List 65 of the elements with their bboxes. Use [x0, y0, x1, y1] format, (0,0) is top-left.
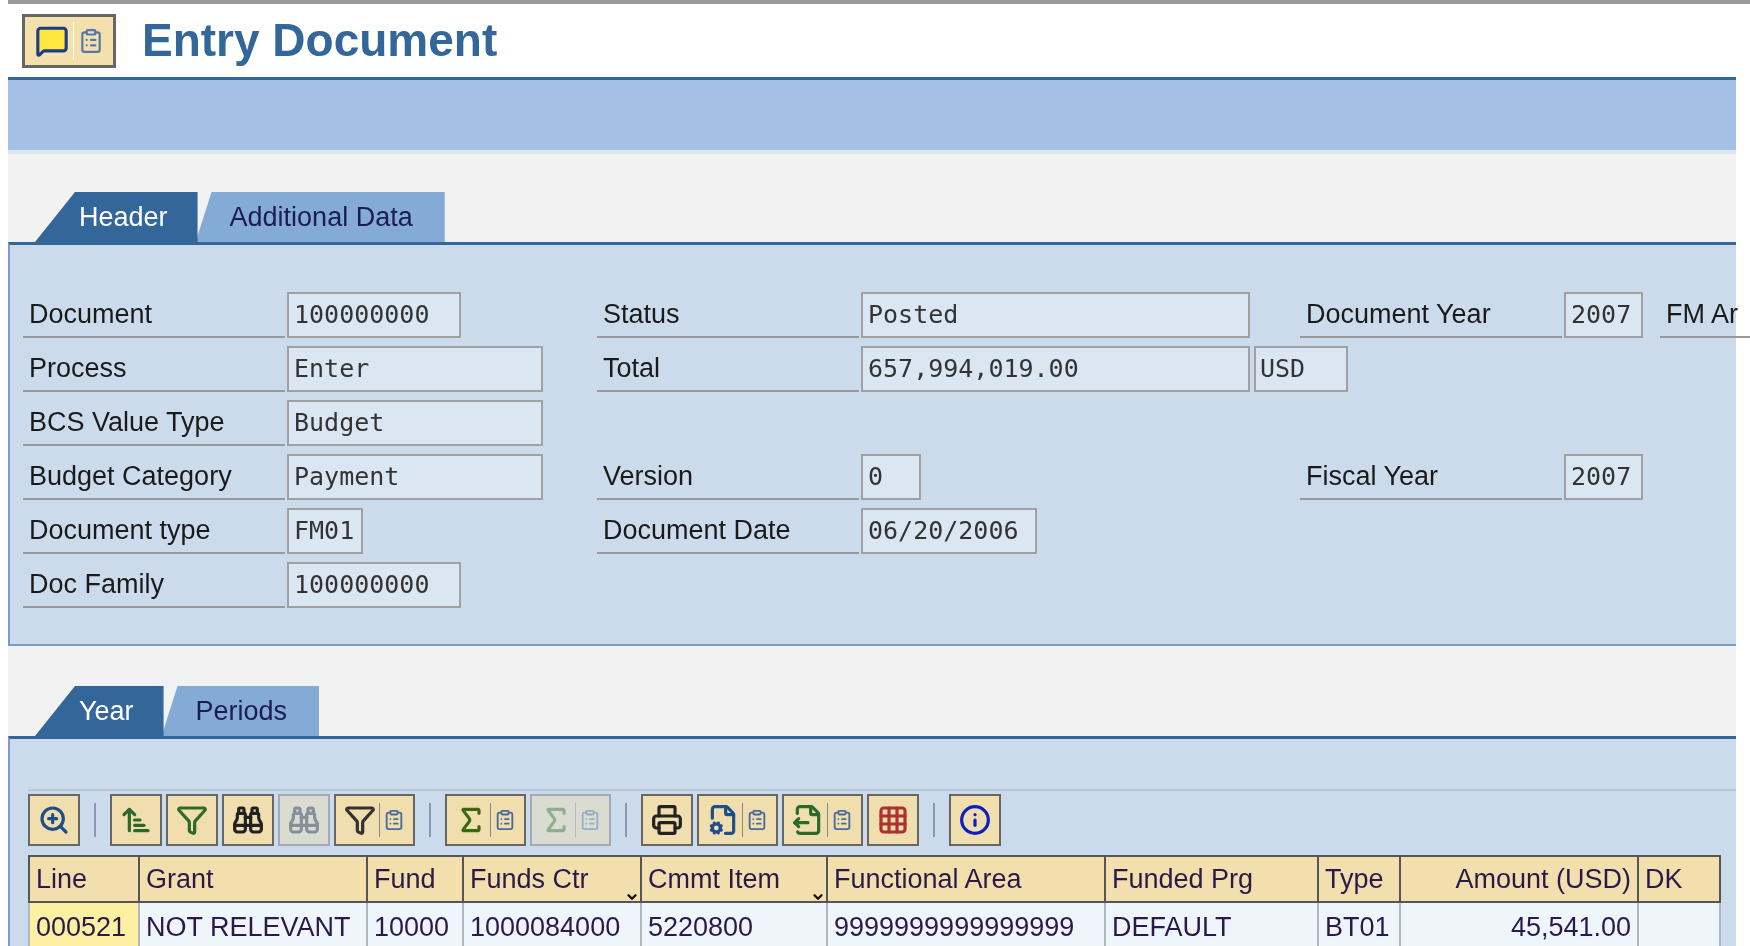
toolbar-button[interactable]	[697, 794, 778, 846]
toolbar-button[interactable]	[222, 794, 274, 846]
table-cell: 5220800	[640, 903, 828, 946]
info-icon	[959, 804, 991, 836]
input-field[interactable]: FM01	[287, 508, 363, 554]
tab[interactable]: Periods	[161, 686, 320, 736]
table-cell: DEFAULT	[1104, 903, 1319, 946]
field-label: Total	[597, 346, 859, 392]
field-label: Document Year	[1300, 292, 1562, 338]
binoculars-icon	[232, 804, 264, 836]
unit-field[interactable]: USD	[1254, 346, 1348, 392]
table-cell: 9999999999999999	[826, 903, 1106, 946]
field-label: Version	[597, 454, 859, 500]
toolbar-button[interactable]	[28, 794, 80, 846]
field-label: Document Date	[597, 508, 859, 554]
column-header[interactable]: Grant	[138, 855, 368, 903]
field-label: Budget Category	[23, 454, 285, 500]
title-menu-button[interactable]	[22, 13, 116, 68]
column-header[interactable]: Funds Ctr	[462, 855, 642, 903]
toolbar-button[interactable]	[641, 794, 693, 846]
grid-icon	[877, 804, 909, 836]
input-field[interactable]: Posted	[861, 292, 1250, 338]
column-header[interactable]: Amount (USD)	[1399, 855, 1639, 903]
input-field[interactable]: 657,994,019.00	[861, 346, 1250, 392]
input-field[interactable]: 0	[861, 454, 921, 500]
toolbar-button[interactable]	[949, 794, 1001, 846]
table-cell: 000521	[28, 903, 140, 946]
input-field[interactable]: Payment	[287, 454, 543, 500]
input-field[interactable]: Budget	[287, 400, 543, 446]
toolbar-button[interactable]	[334, 794, 415, 846]
field-label: Process	[23, 346, 285, 392]
field-label: Status	[597, 292, 859, 338]
column-header[interactable]: Line	[28, 855, 140, 903]
field-label: Document type	[23, 508, 285, 554]
input-field[interactable]: 06/20/2006	[861, 508, 1037, 554]
table-cell: 10000	[366, 903, 464, 946]
input-field[interactable]: 100000000	[287, 292, 461, 338]
funnel-icon	[176, 804, 208, 836]
page-title: Entry Document	[142, 13, 498, 68]
field-label: Document	[23, 292, 285, 338]
field-label: Doc Family	[23, 562, 285, 608]
tab[interactable]: Year	[35, 686, 164, 736]
column-header[interactable]: Fund	[366, 855, 464, 903]
input-field[interactable]: 100000000	[287, 562, 461, 608]
field-label: BCS Value Type	[23, 400, 285, 446]
table-cell: 45,541.00	[1399, 903, 1639, 946]
tab[interactable]: Header	[35, 192, 198, 242]
column-header[interactable]: Functional Area	[826, 855, 1106, 903]
input-field[interactable]: 2007	[1564, 454, 1643, 500]
input-field[interactable]: 2007	[1564, 292, 1643, 338]
funnel-icon	[344, 804, 376, 836]
column-header[interactable]: Type	[1317, 855, 1401, 903]
field-label: FM Ar	[1660, 292, 1750, 338]
column-header[interactable]: DK	[1637, 855, 1721, 903]
table-cell: BT01	[1317, 903, 1401, 946]
column-header[interactable]: Funded Prg	[1104, 855, 1319, 903]
tab[interactable]: Additional Data	[195, 192, 445, 242]
zoom-icon	[38, 804, 70, 836]
binoculars-icon	[288, 804, 320, 836]
field-label: Fiscal Year	[1300, 454, 1562, 500]
table-cell: NOT RELEVANT	[138, 903, 368, 946]
table-cell: 1000084000	[462, 903, 642, 946]
input-field[interactable]: Enter	[287, 346, 543, 392]
column-header[interactable]: Cmmt Item	[640, 855, 828, 903]
printer-icon	[651, 804, 683, 836]
